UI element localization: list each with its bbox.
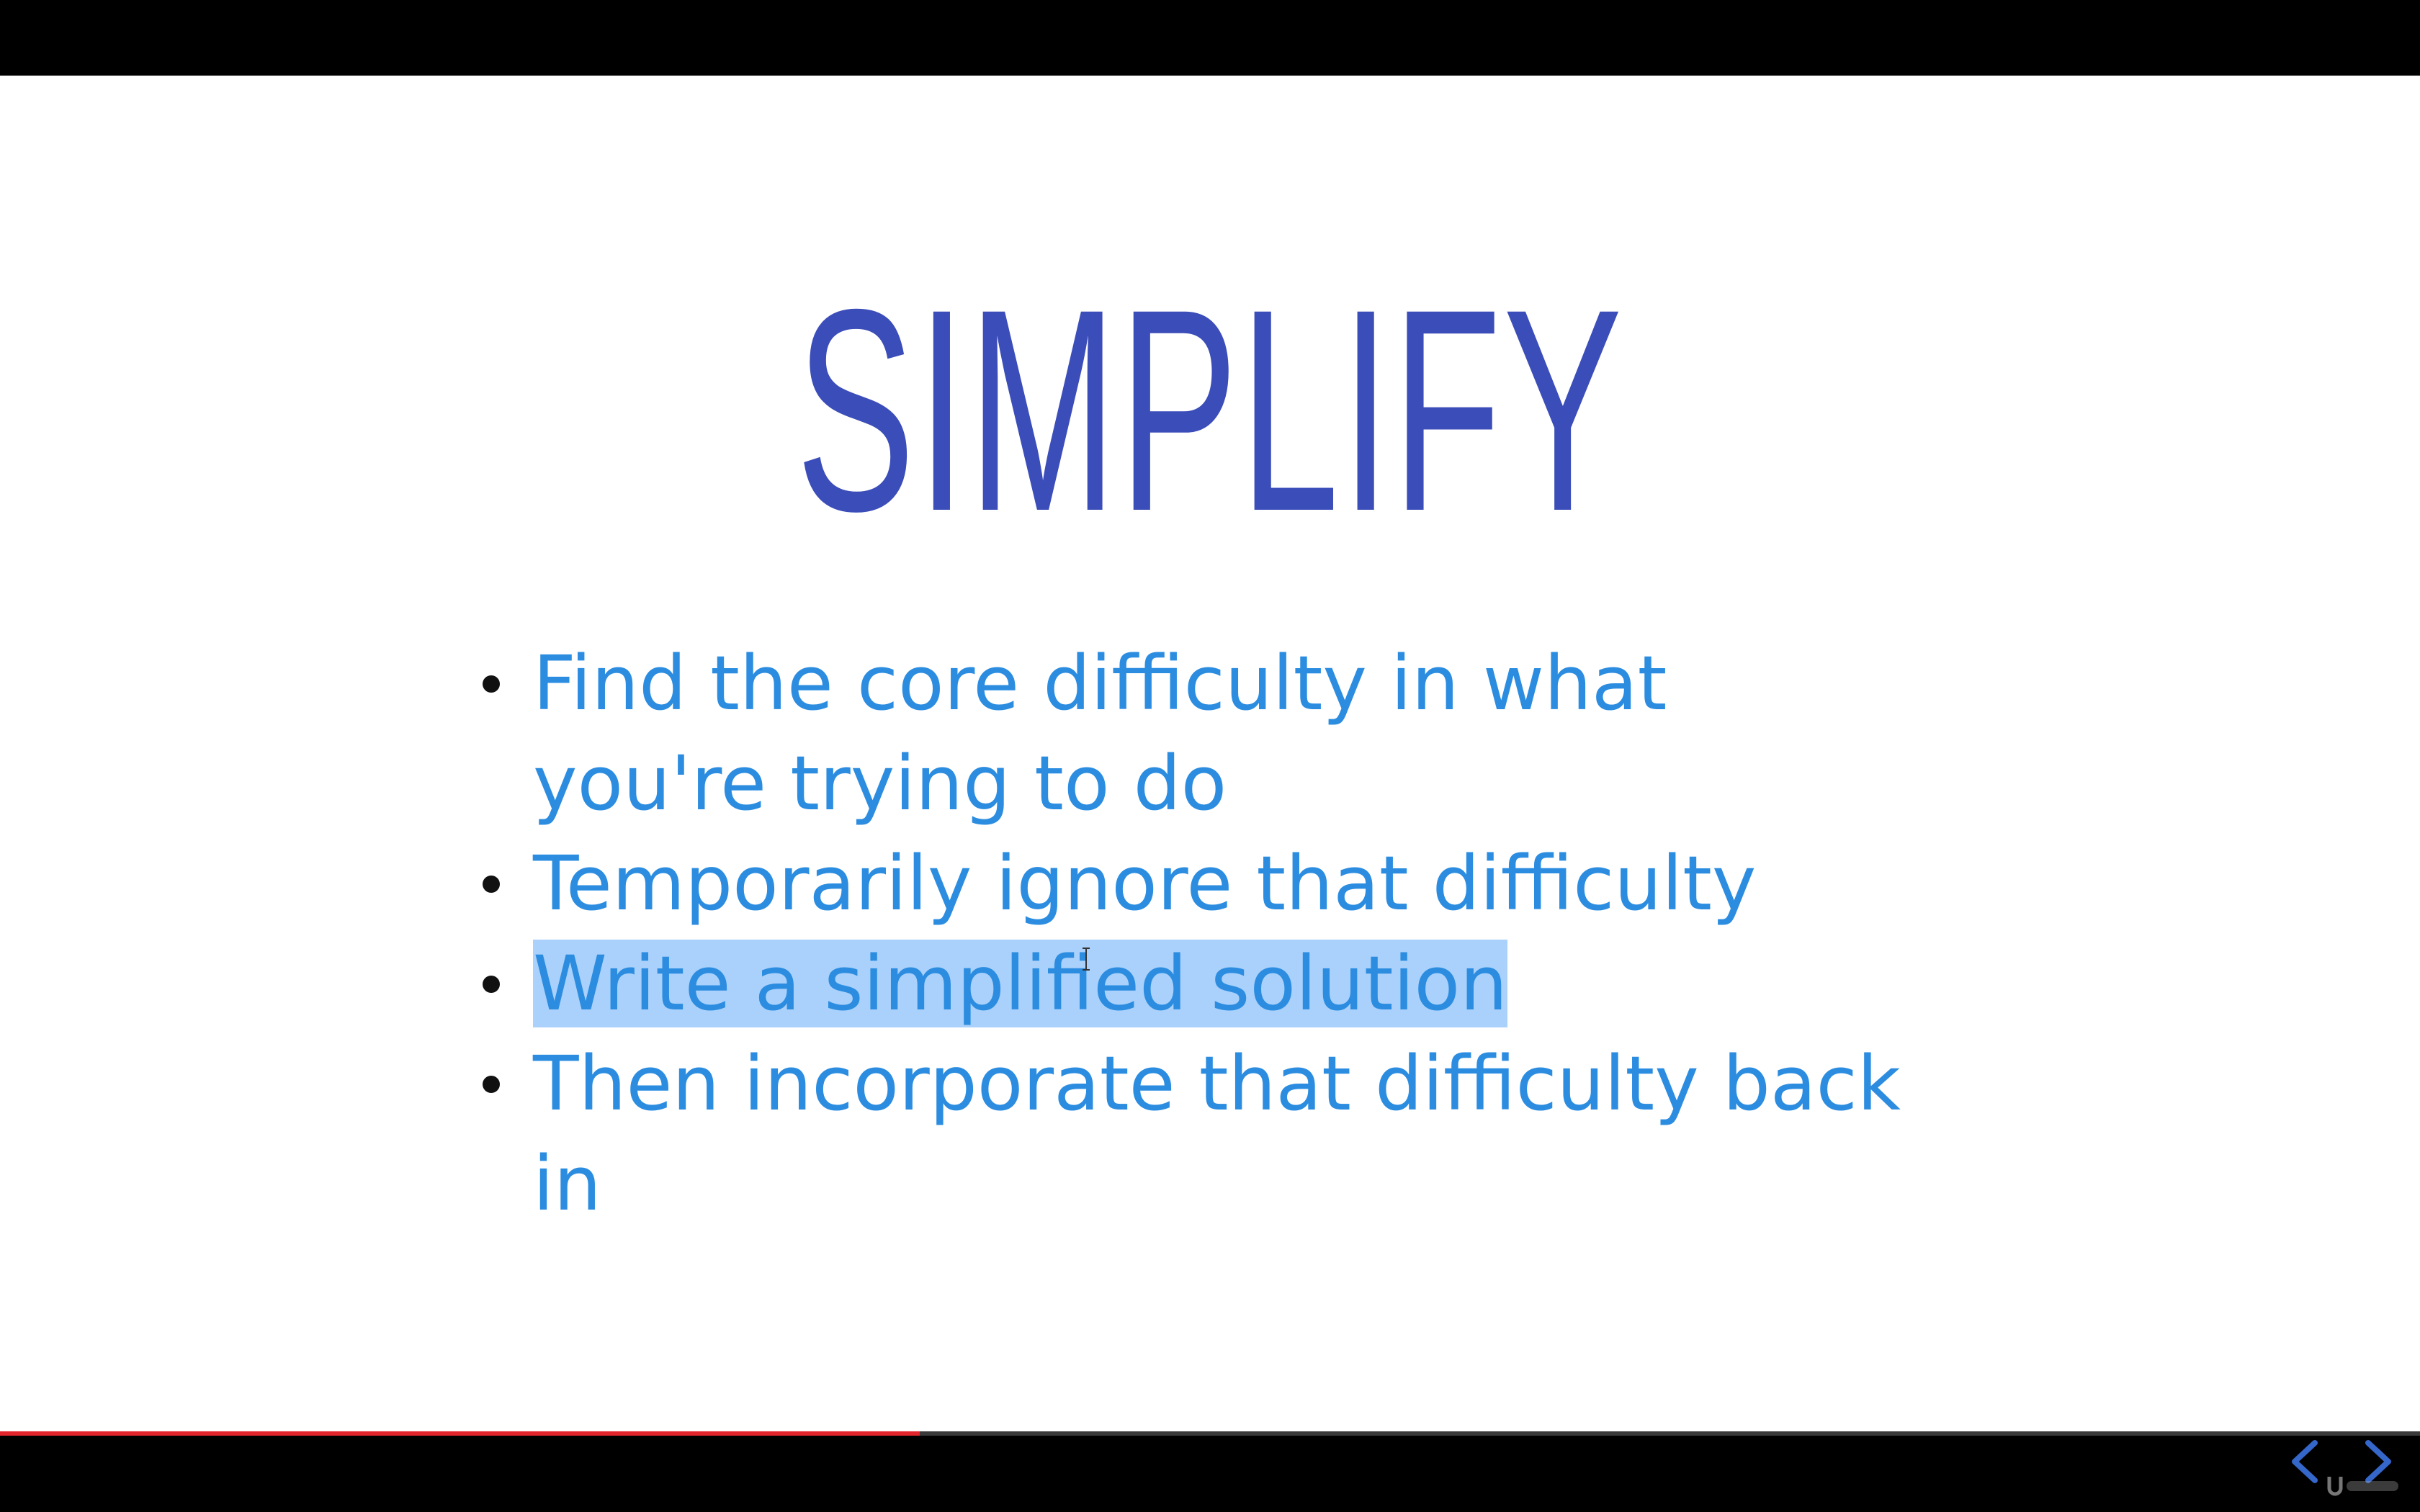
bullet-list: Find the core difficulty in what you're …	[483, 634, 1916, 1234]
bullet-item: Find the core difficulty in what you're …	[483, 634, 1916, 834]
bullet-text: Temporarily ignore that difficulty	[533, 840, 1757, 927]
bullet-dot-icon	[483, 976, 500, 993]
prev-slide-button[interactable]	[2283, 1436, 2326, 1487]
bullet-item: Temporarily ignore that difficulty	[483, 834, 1916, 934]
bullet-text: Then incorporate that difficulty back in	[533, 1040, 1901, 1228]
bullet-dot-icon	[483, 675, 500, 693]
bullet-dot-icon	[483, 876, 500, 893]
video-frame: SIMPLIFY Find the core difficulty in wha…	[0, 0, 2420, 1512]
video-progress-bar[interactable]	[0, 1431, 2420, 1436]
udemy-logo-icon	[2325, 1472, 2404, 1503]
video-progress-fill	[0, 1431, 920, 1436]
slide-title: SIMPLIFY	[796, 249, 1624, 571]
bullet-text: Find the core difficulty in what you're …	[533, 639, 1667, 827]
bullet-text-selected[interactable]: Write a simplified solution	[533, 940, 1508, 1027]
bullet-item: Then incorporate that difficulty back in	[483, 1034, 1916, 1234]
text-cursor-icon	[1080, 947, 1092, 975]
chevron-left-icon	[2289, 1439, 2321, 1485]
bullet-dot-icon	[483, 1076, 500, 1093]
slide: SIMPLIFY Find the core difficulty in wha…	[0, 76, 2420, 1496]
bullet-item: Write a simplified solution	[483, 934, 1916, 1034]
